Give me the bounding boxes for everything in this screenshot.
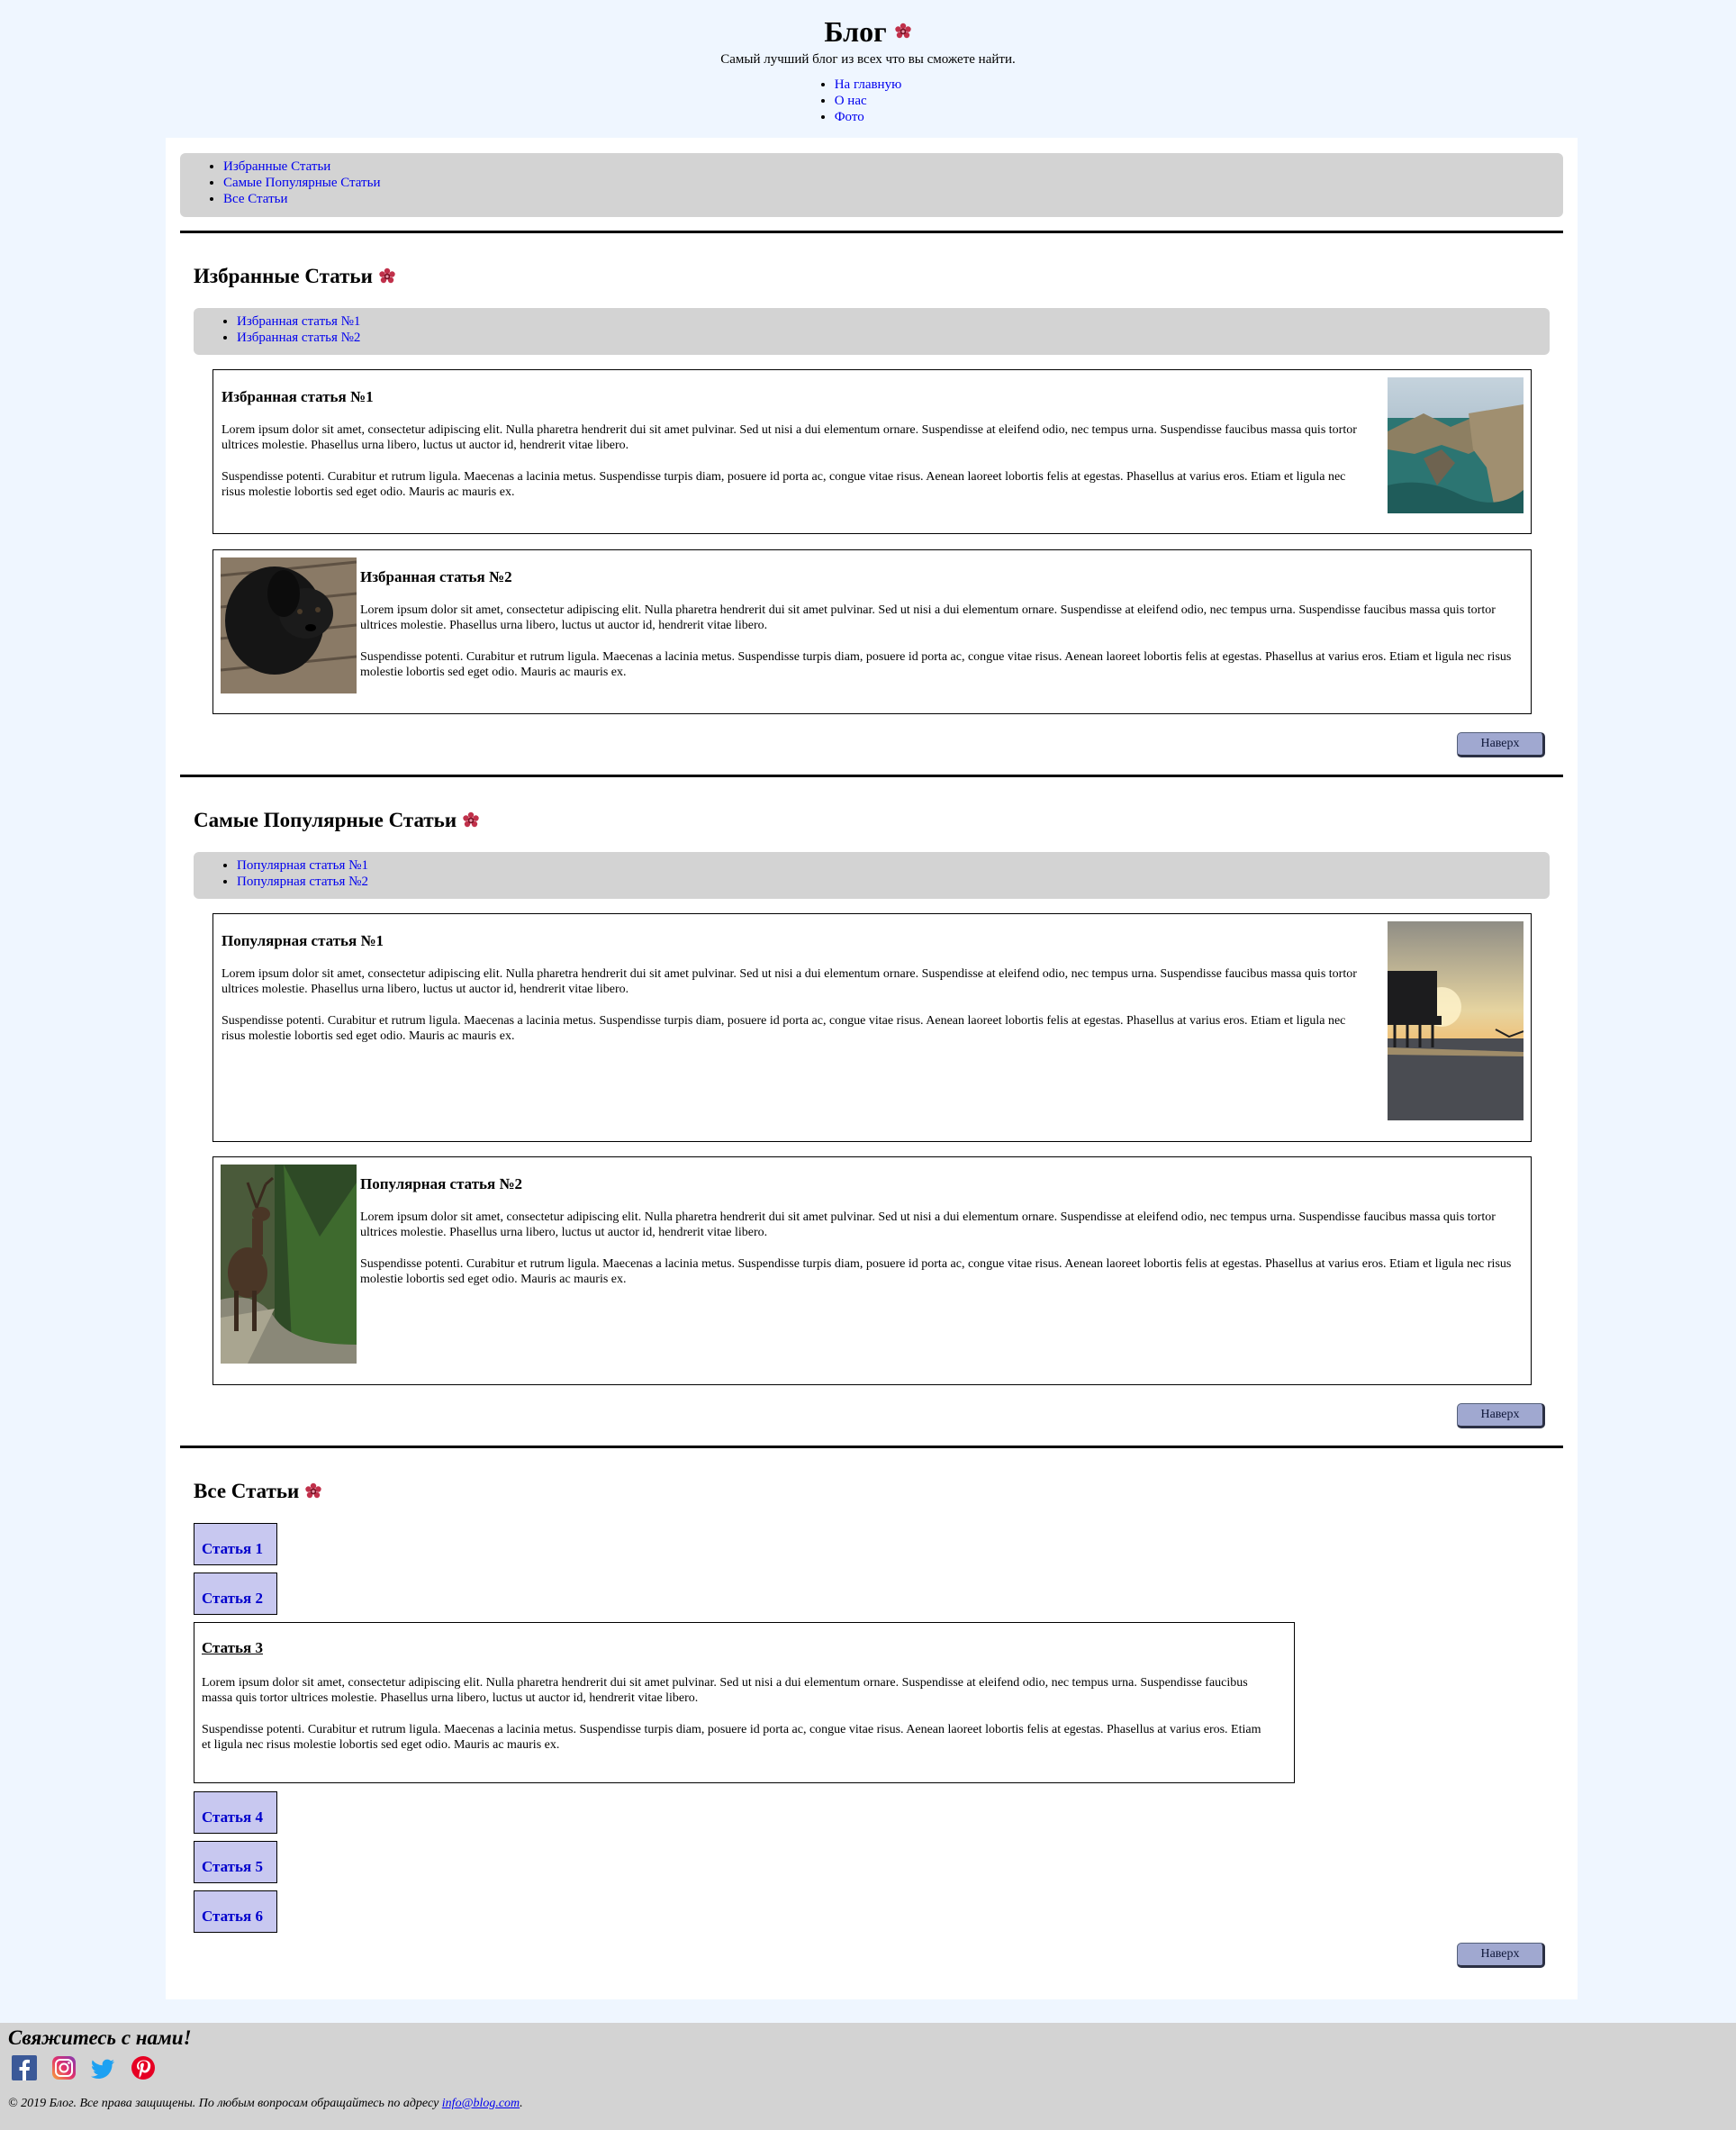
top-nav-link-about[interactable]: О нас: [835, 94, 867, 108]
top-nav-link-home[interactable]: На главную: [835, 77, 902, 92]
article-paragraph: Lorem ipsum dolor sit amet, consectetur …: [222, 423, 1357, 452]
article-paragraph: Lorem ipsum dolor sit amet, consectetur …: [360, 603, 1496, 632]
popular-article-1: Популярная статья №1 Lorem ipsum dolor s…: [212, 913, 1532, 1142]
site-footer: Свяжитесь с нами! © 2019 Блог. Все права…: [0, 2023, 1736, 2130]
back-to-top-button[interactable]: Наверх: [1457, 732, 1545, 757]
popular-title-text: Самые Популярные Статьи: [194, 809, 457, 831]
popular-nav: Популярная статья №1 Популярная статья №…: [194, 852, 1550, 899]
copyright-period: .: [520, 2097, 523, 2110]
section-nav-link-all[interactable]: Все Статьи: [223, 192, 288, 206]
site-title: Блог: [824, 14, 911, 49]
article-image-pier: [1388, 921, 1524, 1120]
accordion-item-3-open: Статья 3 Lorem ipsum dolor sit amet, con…: [194, 1622, 1295, 1783]
article-paragraph: Lorem ipsum dolor sit amet, consectetur …: [202, 1676, 1248, 1705]
accordion-item-4[interactable]: Статья 4: [194, 1791, 277, 1834]
social-links: [12, 2055, 156, 2080]
flower-icon: [462, 811, 480, 829]
article-title: Популярная статья №2: [360, 1175, 523, 1192]
main-content: Избранные Статьи Самые Популярные Статьи…: [166, 138, 1578, 1999]
article-title: Популярная статья №1: [222, 932, 384, 949]
section-nav-item: Самые Популярные Статьи: [223, 175, 1563, 191]
flower-icon: [378, 267, 396, 286]
pinterest-icon[interactable]: [131, 2055, 156, 2080]
copyright-text: © 2019 Блог. Все права защищены. По любы…: [8, 2097, 442, 2110]
dog-photo-icon: [221, 557, 357, 693]
featured-article-2: Избранная статья №2 Lorem ipsum dolor si…: [212, 549, 1532, 714]
site-header: Блог Самый лучший блог из всех что вы см…: [0, 0, 1736, 137]
section-nav-link-featured[interactable]: Избранные Статьи: [223, 159, 330, 174]
article-paragraph: Lorem ipsum dolor sit amet, consectetur …: [222, 967, 1357, 996]
popular-nav-item: Популярная статья №1: [237, 857, 1550, 874]
featured-nav-item: Избранная статья №1: [237, 313, 1550, 330]
all-articles-title-text: Все Статьи: [194, 1480, 300, 1502]
top-nav-item-home: На главную: [835, 77, 902, 93]
article-image-deer: [221, 1165, 357, 1364]
pier-photo-icon: [1388, 921, 1524, 1120]
popular-article-2: Популярная статья №2 Lorem ipsum dolor s…: [212, 1156, 1532, 1385]
flower-icon: [304, 1482, 322, 1500]
article-paragraph: Suspendisse potenti. Curabitur et rutrum…: [360, 1257, 1512, 1286]
featured-nav-link-2[interactable]: Избранная статья №2: [237, 331, 360, 345]
popular-nav-item: Популярная статья №2: [237, 874, 1550, 890]
all-articles-title: Все Статьи: [194, 1479, 322, 1504]
popular-nav-link-1[interactable]: Популярная статья №1: [237, 858, 368, 873]
flower-icon: [894, 23, 912, 41]
article-title: Избранная статья №2: [360, 568, 512, 585]
featured-title: Избранные Статьи: [194, 264, 396, 289]
twitter-icon[interactable]: [91, 2055, 116, 2080]
article-paragraph: Suspendisse potenti. Curabitur et rutrum…: [360, 650, 1512, 679]
section-divider: [180, 1446, 1563, 1448]
footer-title: Свяжитесь с нами!: [8, 2026, 192, 2049]
featured-nav-item: Избранная статья №2: [237, 330, 1550, 346]
instagram-icon[interactable]: [51, 2055, 77, 2080]
section-divider: [180, 231, 1563, 233]
section-nav: Избранные Статьи Самые Популярные Статьи…: [180, 153, 1563, 217]
article-paragraph: Lorem ipsum dolor sit amet, consectetur …: [360, 1210, 1496, 1239]
top-nav: На главную О нас Фото: [835, 77, 902, 125]
accordion-item-2[interactable]: Статья 2: [194, 1573, 277, 1615]
section-divider: [180, 775, 1563, 777]
section-nav-item: Избранные Статьи: [223, 159, 1563, 175]
popular-nav-list: Популярная статья №1 Популярная статья №…: [194, 857, 1550, 890]
deer-photo-icon: [221, 1165, 357, 1364]
back-to-top-button[interactable]: Наверх: [1457, 1943, 1545, 1968]
facebook-icon[interactable]: [12, 2055, 37, 2080]
contact-email-link[interactable]: info@blog.com: [442, 2097, 520, 2110]
article-paragraph: Suspendisse potenti. Curabitur et rutrum…: [222, 1014, 1346, 1043]
back-to-top-button[interactable]: Наверх: [1457, 1403, 1545, 1428]
article-image-coast: [1388, 377, 1524, 513]
featured-title-text: Избранные Статьи: [194, 265, 373, 287]
popular-nav-link-2[interactable]: Популярная статья №2: [237, 875, 368, 889]
article-paragraph: Suspendisse potenti. Curabitur et rutrum…: [202, 1723, 1261, 1752]
section-nav-link-popular[interactable]: Самые Популярные Статьи: [223, 176, 380, 190]
featured-nav-list: Избранная статья №1 Избранная статья №2: [194, 313, 1550, 346]
article-paragraph: Suspendisse potenti. Curabitur et rutrum…: [222, 470, 1346, 499]
accordion-item-3-title[interactable]: Статья 3: [202, 1639, 263, 1657]
accordion-item-5[interactable]: Статья 5: [194, 1841, 277, 1883]
coast-photo-icon: [1388, 377, 1524, 513]
section-nav-list: Избранные Статьи Самые Популярные Статьи…: [180, 159, 1563, 207]
top-nav-item-about: О нас: [835, 93, 902, 109]
section-nav-item: Все Статьи: [223, 191, 1563, 207]
featured-article-1: Избранная статья №1 Lorem ipsum dolor si…: [212, 369, 1532, 534]
article-title: Избранная статья №1: [222, 388, 374, 405]
featured-nav: Избранная статья №1 Избранная статья №2: [194, 308, 1550, 355]
copyright: © 2019 Блог. Все права защищены. По любы…: [8, 2097, 523, 2111]
popular-title: Самые Популярные Статьи: [194, 808, 480, 833]
accordion-item-6[interactable]: Статья 6: [194, 1890, 277, 1933]
article-image-dog: [221, 557, 357, 693]
accordion-item-1[interactable]: Статья 1: [194, 1523, 277, 1565]
site-title-text: Блог: [824, 15, 887, 48]
site-subtitle: Самый лучший блог из всех что вы сможете…: [720, 52, 1016, 67]
featured-nav-link-1[interactable]: Избранная статья №1: [237, 314, 360, 329]
top-nav-item-photo: Фото: [835, 109, 902, 125]
top-nav-link-photo[interactable]: Фото: [835, 110, 864, 124]
